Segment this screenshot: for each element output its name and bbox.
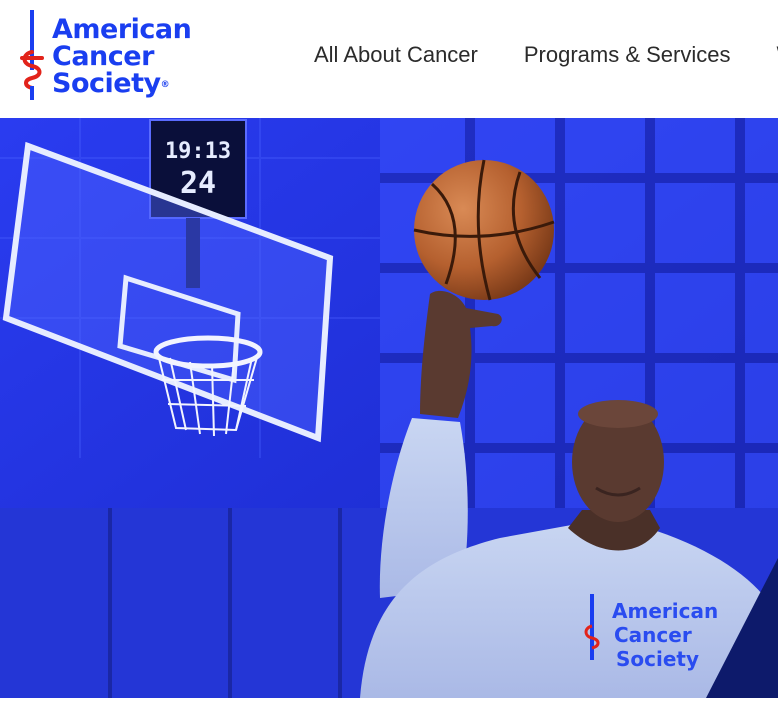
hero-image: 19:13 24 American Cancer Society (0, 118, 778, 698)
scoreboard-shot-clock: 24 (180, 166, 216, 201)
shirt-logo-line-3: Society (616, 647, 699, 671)
hero-banner[interactable]: 19:13 24 American Cancer Society (0, 118, 778, 698)
registered-mark: ® (160, 80, 170, 90)
logo-word-3: Society® (52, 70, 191, 97)
logo-wordmark: American Cancer Society® (52, 14, 192, 97)
main-nav: All About Cancer Programs & Services W (314, 40, 778, 70)
sword-logo-icon (20, 10, 44, 100)
nav-item-all-about-cancer[interactable]: All About Cancer (314, 40, 478, 70)
basketball (413, 159, 555, 301)
scoreboard-clock: 19:13 (165, 139, 231, 164)
acs-logo[interactable]: American Cancer Society® (18, 10, 208, 106)
shirt-logo-line-1: American (612, 599, 718, 623)
site-header: American Cancer Society® All About Cance… (0, 0, 778, 118)
logo-word-2: Cancer (52, 41, 154, 72)
page-bottom-strip (0, 698, 778, 704)
logo-word-3-text: Society (52, 68, 161, 99)
logo-word-1: American (52, 14, 192, 45)
nav-item-programs-services[interactable]: Programs & Services (524, 40, 731, 70)
shirt-logo-line-2: Cancer (614, 623, 692, 647)
